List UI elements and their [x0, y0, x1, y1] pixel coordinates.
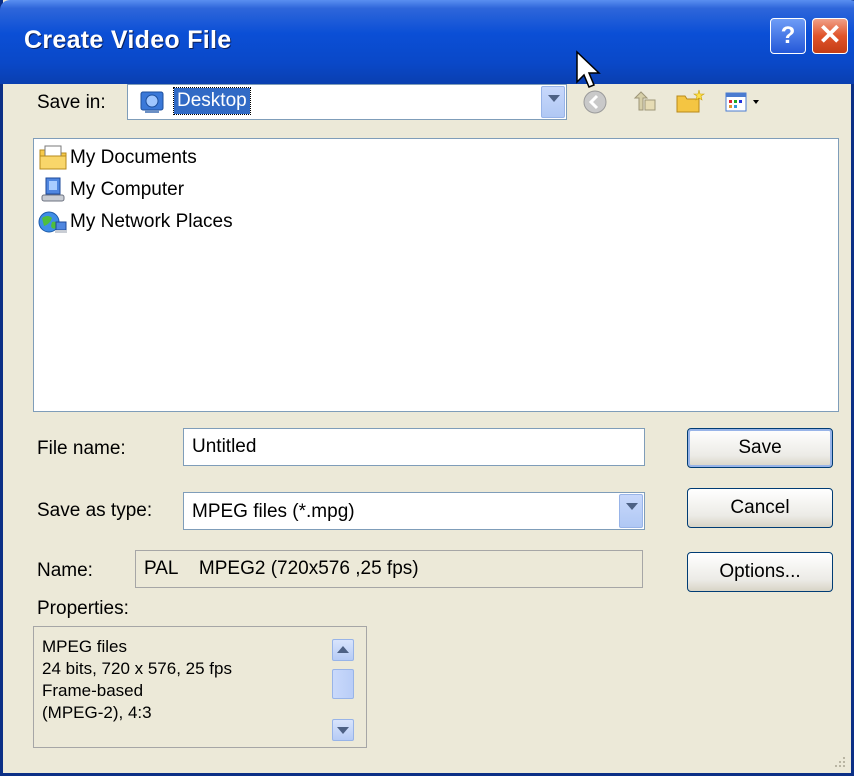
- file-name-input[interactable]: [183, 428, 645, 466]
- save-in-label: Save in:: [37, 92, 106, 113]
- close-button[interactable]: ✕: [812, 18, 848, 54]
- file-name-label: File name:: [37, 438, 126, 459]
- create-video-file-dialog: Create Video File ? ✕ Save in: Desktop M…: [0, 0, 854, 776]
- options-button[interactable]: Options...: [687, 552, 833, 592]
- save-in-dropdown-button[interactable]: [541, 86, 565, 118]
- file-name: My Documents: [70, 147, 197, 168]
- up-folder-icon[interactable]: [631, 88, 659, 116]
- properties-line: MPEG files: [42, 637, 128, 656]
- scroll-down-button[interactable]: [332, 719, 354, 741]
- cancel-button[interactable]: Cancel: [687, 488, 833, 528]
- properties-scrollbar[interactable]: [332, 633, 356, 741]
- help-button[interactable]: ?: [770, 18, 806, 54]
- file-name: My Computer: [70, 179, 185, 200]
- save-as-type-dropdown-button[interactable]: [619, 494, 643, 528]
- my-network-places-icon: [38, 208, 68, 236]
- mouse-cursor-icon: [575, 50, 605, 94]
- file-list[interactable]: My Documents My Computer My Network Plac…: [33, 138, 839, 412]
- window-title: Create Video File: [24, 26, 232, 54]
- save-button[interactable]: Save: [687, 428, 833, 468]
- save-in-combo[interactable]: Desktop: [127, 84, 567, 120]
- save-as-type-value: MPEG files (*.mpg): [192, 501, 355, 522]
- properties-line: 24 bits, 720 x 576, 25 fps: [42, 659, 232, 678]
- file-name: My Network Places: [70, 211, 233, 232]
- properties-line: Frame-based: [42, 681, 144, 700]
- list-item[interactable]: My Computer: [38, 175, 184, 205]
- save-as-type-select[interactable]: MPEG files (*.mpg): [183, 492, 645, 530]
- title-bar[interactable]: Create Video File ? ✕: [0, 0, 854, 84]
- desktop-icon: [140, 89, 166, 115]
- save-in-value: Desktop: [173, 87, 251, 115]
- properties-box: MPEG files 24 bits, 720 x 576, 25 fps Fr…: [33, 626, 367, 748]
- view-menu-icon[interactable]: [723, 88, 767, 116]
- save-as-type-label: Save as type:: [37, 500, 153, 521]
- my-documents-icon: [38, 144, 68, 172]
- name-label: Name:: [37, 560, 93, 581]
- resize-grip-icon[interactable]: [831, 753, 847, 769]
- list-item[interactable]: My Network Places: [38, 207, 233, 237]
- properties-line: (MPEG-2), 4:3: [42, 703, 152, 722]
- new-folder-icon[interactable]: [675, 88, 705, 116]
- list-item[interactable]: My Documents: [38, 143, 197, 173]
- scroll-up-button[interactable]: [332, 639, 354, 661]
- name-value: PAL MPEG2 (720x576 ,25 fps): [135, 550, 643, 588]
- my-computer-icon: [38, 176, 68, 204]
- scroll-thumb[interactable]: [332, 669, 354, 699]
- properties-label: Properties:: [37, 598, 129, 619]
